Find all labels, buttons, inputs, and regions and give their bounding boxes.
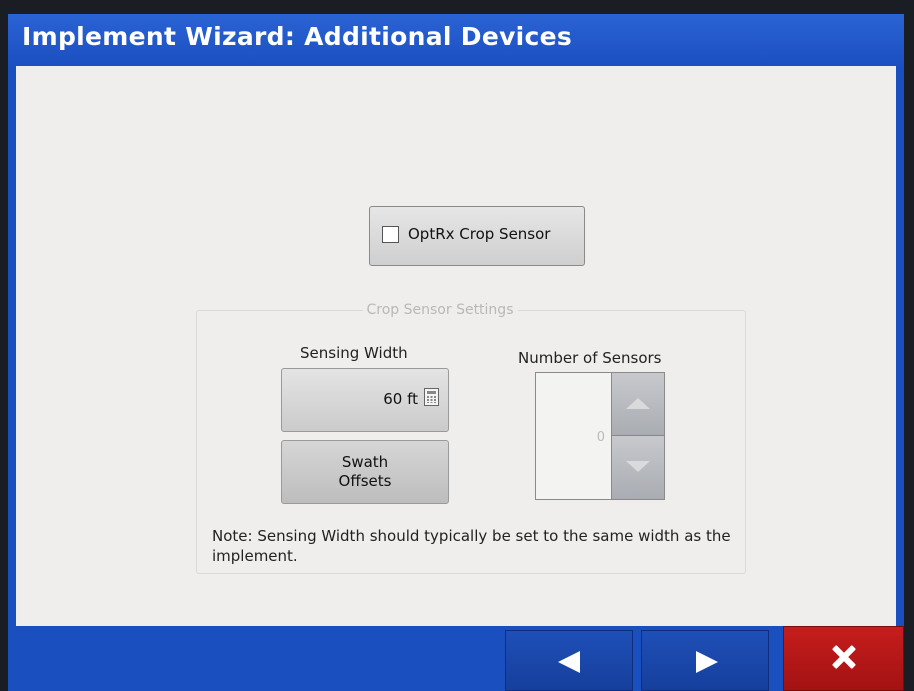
number-of-sensors-value: 0 — [596, 430, 605, 445]
increment-button[interactable] — [611, 373, 664, 436]
cancel-button[interactable] — [783, 626, 904, 691]
back-button[interactable] — [505, 630, 633, 691]
decrement-button[interactable] — [611, 436, 664, 499]
arrow-left-icon — [558, 651, 580, 673]
group-legend-text: Crop Sensor Settings — [362, 302, 518, 318]
number-of-sensors-spinner: 0 — [535, 372, 665, 500]
page-title: Implement Wizard: Additional Devices — [22, 22, 573, 51]
swath-offsets-label-line1: Swath — [341, 453, 389, 471]
sensing-width-label: Sensing Width — [300, 344, 408, 362]
number-of-sensors-field[interactable]: 0 — [536, 373, 611, 499]
sensing-width-note: Note: Sensing Width should typically be … — [212, 527, 731, 565]
sensing-width-value: 60 ft — [383, 390, 418, 408]
calculator-icon — [424, 388, 439, 406]
sensing-width-button[interactable]: 60 ft — [281, 368, 449, 432]
number-of-sensors-label: Number of Sensors — [518, 349, 662, 367]
crop-sensor-settings-legend: Crop Sensor Settings — [16, 302, 896, 318]
content-area: OptRx Crop Sensor Crop Sensor Settings S… — [16, 66, 896, 626]
next-button[interactable] — [641, 630, 769, 691]
wizard-screen: Implement Wizard: Additional Devices Opt… — [8, 14, 904, 691]
swath-offsets-label-line2: Offsets — [338, 472, 392, 490]
triangle-down-icon — [626, 461, 650, 472]
swath-offsets-button[interactable]: Swath Offsets — [281, 440, 449, 504]
title-bar: Implement Wizard: Additional Devices — [8, 14, 904, 66]
optrx-crop-sensor-toggle[interactable]: OptRx Crop Sensor — [369, 206, 585, 266]
optrx-label: OptRx Crop Sensor — [408, 225, 551, 243]
arrow-right-icon — [696, 651, 718, 673]
close-icon — [832, 645, 856, 669]
triangle-up-icon — [626, 398, 650, 409]
footer-bar — [8, 626, 904, 691]
optrx-checkbox[interactable] — [382, 226, 399, 243]
